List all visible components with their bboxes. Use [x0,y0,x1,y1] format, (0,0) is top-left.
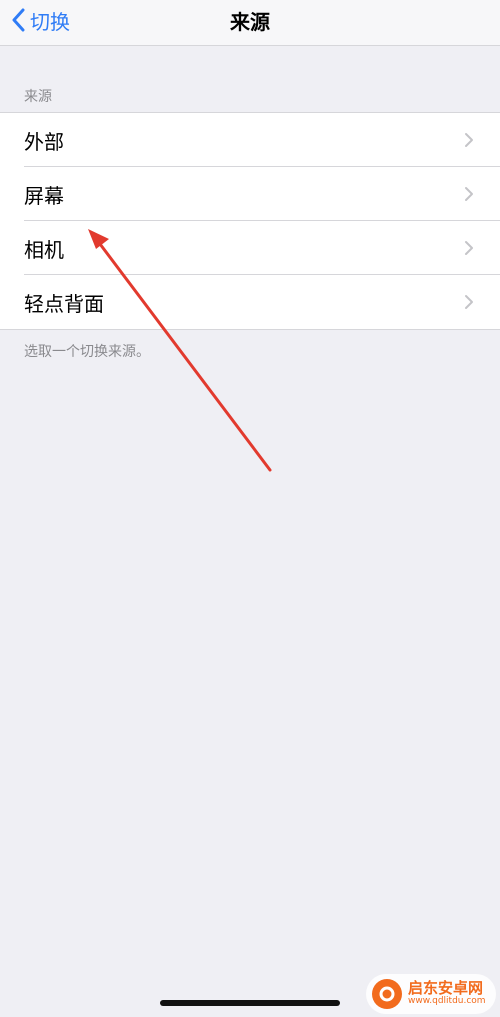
section-header: 来源 [24,89,52,105]
list-item-back-tap[interactable]: 轻点背面 [0,275,500,329]
list-item-camera[interactable]: 相机 [0,221,500,275]
watermark-name: 启东安卓网 [408,979,484,998]
section-footer: 选取一个切换来源。 [24,344,150,360]
chevron-right-icon [465,241,473,255]
chevron-right-icon [465,187,473,201]
list-item-label: 相机 [24,237,64,262]
watermark-url: www.qdlitdu.com [408,996,486,1007]
source-list: 外部 屏幕 相机 轻点背面 [0,112,500,330]
chevron-right-icon [465,295,473,309]
list-item-label: 轻点背面 [24,291,104,316]
list-item-screen[interactable]: 屏幕 [0,167,500,221]
list-item-label: 外部 [24,129,64,154]
watermark: 启东安卓网 www.qdlitdu.com [366,974,496,1014]
home-indicator[interactable] [160,1000,340,1006]
chevron-right-icon [465,133,473,147]
navigation-bar: 切换 来源 [0,0,500,46]
list-item-external[interactable]: 外部 [0,113,500,167]
list-item-label: 屏幕 [24,183,64,208]
page-title: 来源 [230,10,270,34]
watermark-logo-icon [372,979,402,1009]
